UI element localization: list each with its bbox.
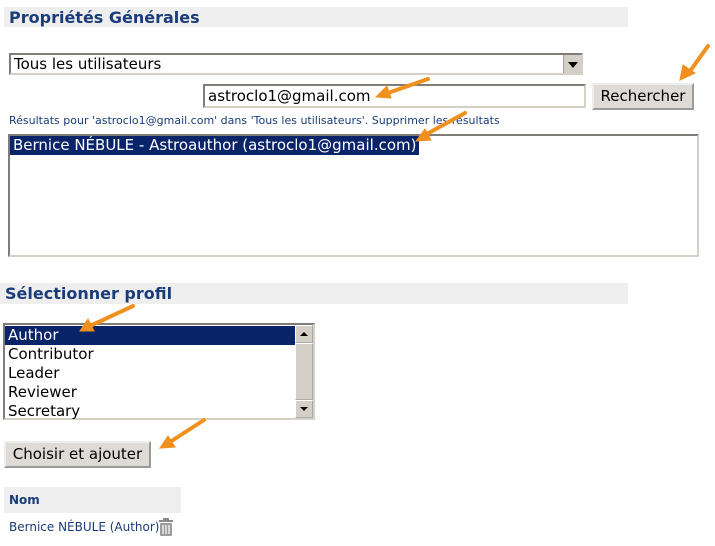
results-summary-text: Résultats pour 'astroclo1@gmail.com' dan…	[9, 114, 369, 127]
profile-option-label: Secretary	[8, 402, 81, 420]
profile-scrollbar[interactable]	[295, 325, 313, 418]
profile-listbox[interactable]: Author Contributor Leader Reviewer Secre…	[3, 323, 315, 420]
result-item[interactable]: Bernice NÉBULE - Astroauthor (astroclo1@…	[10, 136, 420, 155]
select-profile-header: Sélectionner profil	[0, 283, 628, 304]
trash-icon[interactable]	[158, 518, 174, 536]
choose-and-add-label: Choisir et ajouter	[12, 445, 143, 463]
results-summary: Résultats pour 'astroclo1@gmail.com' dan…	[9, 114, 500, 127]
profile-option-author[interactable]: Author	[5, 326, 295, 345]
search-button-label: Rechercher	[600, 87, 686, 105]
table-header: Nom	[4, 487, 181, 513]
table-header-name: Nom	[9, 493, 40, 507]
clear-results-link[interactable]: Supprimer les résultats	[372, 114, 500, 127]
select-profile-title: Sélectionner profil	[5, 284, 173, 303]
profile-option-secretary[interactable]: Secretary	[5, 402, 313, 421]
scroll-down-button[interactable]	[295, 400, 313, 418]
search-input-value: astroclo1@gmail.com	[208, 87, 371, 105]
chevron-up-icon	[300, 332, 308, 336]
profile-option-label: Leader	[8, 364, 60, 382]
search-button[interactable]: Rechercher	[592, 83, 694, 110]
result-item-label: Bernice NÉBULE - Astroauthor (astroclo1@…	[13, 136, 417, 154]
table-row: Bernice NÉBULE (Author)	[4, 513, 181, 541]
general-properties-title: Propriétés Générales	[9, 8, 200, 27]
user-scope-selected-value: Tous les utilisateurs	[14, 55, 162, 73]
choose-and-add-button[interactable]: Choisir et ajouter	[4, 441, 151, 468]
scroll-thumb[interactable]	[295, 343, 313, 400]
table-row-name[interactable]: Bernice NÉBULE (Author)	[9, 520, 160, 534]
members-table: Nom Bernice NÉBULE (Author)	[4, 487, 181, 543]
search-input[interactable]: astroclo1@gmail.com	[203, 84, 586, 108]
chevron-down-icon[interactable]	[563, 55, 581, 73]
profile-option-contributor[interactable]: Contributor	[5, 345, 313, 364]
profile-option-label: Author	[8, 326, 59, 344]
general-properties-header: Propriétés Générales	[4, 7, 628, 27]
scroll-up-button[interactable]	[295, 325, 313, 343]
profile-option-reviewer[interactable]: Reviewer	[5, 383, 313, 402]
profile-option-leader[interactable]: Leader	[5, 364, 313, 383]
user-scope-select[interactable]: Tous les utilisateurs	[9, 53, 583, 75]
profile-option-label: Contributor	[8, 345, 94, 363]
chevron-down-icon	[300, 407, 308, 411]
results-listbox[interactable]: Bernice NÉBULE - Astroauthor (astroclo1@…	[8, 134, 699, 257]
profile-option-label: Reviewer	[8, 383, 77, 401]
